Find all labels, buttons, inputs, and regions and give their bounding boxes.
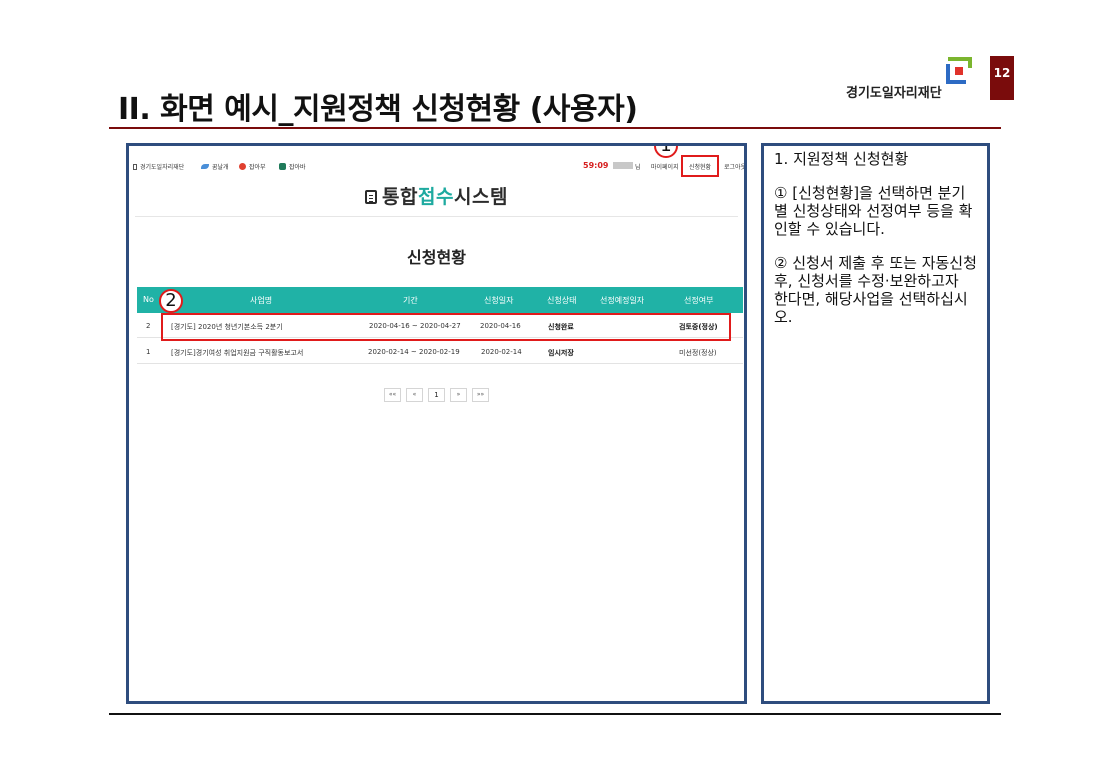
- col-program: 사업명: [250, 296, 273, 305]
- pagination: «« « 1 » »»: [384, 388, 489, 402]
- col-no: No: [143, 295, 154, 304]
- cell-apply-date: 2020-02-14: [481, 348, 522, 356]
- topbar-label: 잡아부: [249, 164, 266, 171]
- next-page-button[interactable]: »: [450, 388, 467, 402]
- topbar-item-wing[interactable]: 꿈날개: [201, 162, 229, 171]
- col-result: 선정여부: [684, 296, 714, 305]
- header-divider: [135, 216, 738, 217]
- cell-result: 미선정(정상): [679, 349, 717, 357]
- page-1-button[interactable]: 1: [428, 388, 445, 402]
- screenshot-frame: 경기도일자리재단 꿈날개 잡아부 잡아바 59:09 님 마이페이지 신청현황 …: [126, 143, 747, 704]
- highlight-apply-status: [681, 155, 719, 177]
- topbar-item-foundation[interactable]: 경기도일자리재단: [133, 162, 184, 171]
- session-timer: 59:09: [583, 161, 609, 170]
- green-icon: [279, 163, 286, 170]
- brand-name: 경기도일자리재단: [846, 86, 942, 101]
- col-apply-date: 신청일자: [484, 296, 514, 305]
- brand-logo: 경기도일자리재단: [846, 56, 976, 104]
- col-status: 신청상태: [547, 296, 577, 305]
- cell-no: 1: [146, 348, 151, 356]
- topbar-label: 경기도일자리재단: [140, 164, 185, 171]
- table-header: No 사업명 기간 신청일자 신청상태 선정예정일자 선정여부: [137, 287, 743, 313]
- top-navigation-bar: 경기도일자리재단 꿈날개 잡아부 잡아바 59:09 님 마이페이지 신청현황 …: [129, 158, 744, 174]
- last-page-button[interactable]: »»: [472, 388, 489, 402]
- cell-no: 2: [146, 322, 151, 330]
- page-number-badge: 12: [990, 56, 1014, 100]
- building-icon: [133, 163, 137, 170]
- prev-page-button[interactable]: «: [406, 388, 423, 402]
- topbar-label: 꿈날개: [212, 164, 229, 171]
- footer-divider: [109, 713, 1001, 715]
- wing-icon: [201, 164, 209, 169]
- first-page-button[interactable]: ««: [384, 388, 401, 402]
- slide: II. 화면 예시_지원정책 신청현황 (사용자) 경기도일자리재단 12 경기…: [0, 0, 1115, 772]
- highlight-selected-row: [161, 313, 731, 341]
- col-period: 기간: [403, 296, 418, 305]
- clipboard-icon: [365, 190, 378, 204]
- topbar-label: 잡아바: [289, 164, 306, 171]
- description-heading: 1. 지원정책 신청현황: [774, 150, 909, 168]
- description-step-2: ② 신청서 제출 후 또는 자동신청 후, 신청서를 수정·보완하고자 한다면,…: [774, 254, 977, 326]
- red-circle-icon: [239, 163, 246, 170]
- cell-program[interactable]: [경기도]경기여성 취업지원금 구직활동보고서: [171, 348, 303, 358]
- slide-title: II. 화면 예시_지원정책 신청현황 (사용자): [118, 92, 638, 127]
- marker-2: 2: [159, 289, 183, 313]
- topbar-item-jobabu[interactable]: 잡아부: [239, 162, 266, 171]
- user-suffix: 님: [635, 164, 641, 171]
- logo-text-1: 통합: [382, 186, 419, 208]
- description-step-1: ① [신청현황]을 선택하면 분기별 신청상태와 선정여부 등을 확인할 수 있…: [774, 184, 973, 238]
- page-title: 신청현황: [407, 248, 466, 267]
- system-logo: 통합접수시스템: [129, 182, 744, 209]
- logout-link[interactable]: 로그아웃: [724, 162, 744, 171]
- cell-status: 임시저장: [548, 349, 574, 357]
- topbar-item-jobaba[interactable]: 잡아바: [279, 162, 306, 171]
- description-panel: 1. 지원정책 신청현황 ① [신청현황]을 선택하면 분기별 신청상태와 선정…: [761, 143, 990, 704]
- mypage-link[interactable]: 마이페이지: [651, 162, 679, 171]
- logo-text-2: 접수: [418, 186, 454, 208]
- table-row[interactable]: 1 [경기도]경기여성 취업지원금 구직활동보고서 2020-02-14 ~ 2…: [137, 339, 743, 364]
- brand-mark-icon: [946, 57, 972, 84]
- title-divider: [109, 127, 1001, 129]
- user-name-redacted: [613, 162, 633, 169]
- logo-text-3: 시스템: [453, 186, 508, 208]
- cell-period: 2020-02-14 ~ 2020-02-19: [368, 348, 460, 356]
- marker-1: 1: [654, 146, 678, 158]
- col-expected-date: 선정예정일자: [600, 296, 645, 305]
